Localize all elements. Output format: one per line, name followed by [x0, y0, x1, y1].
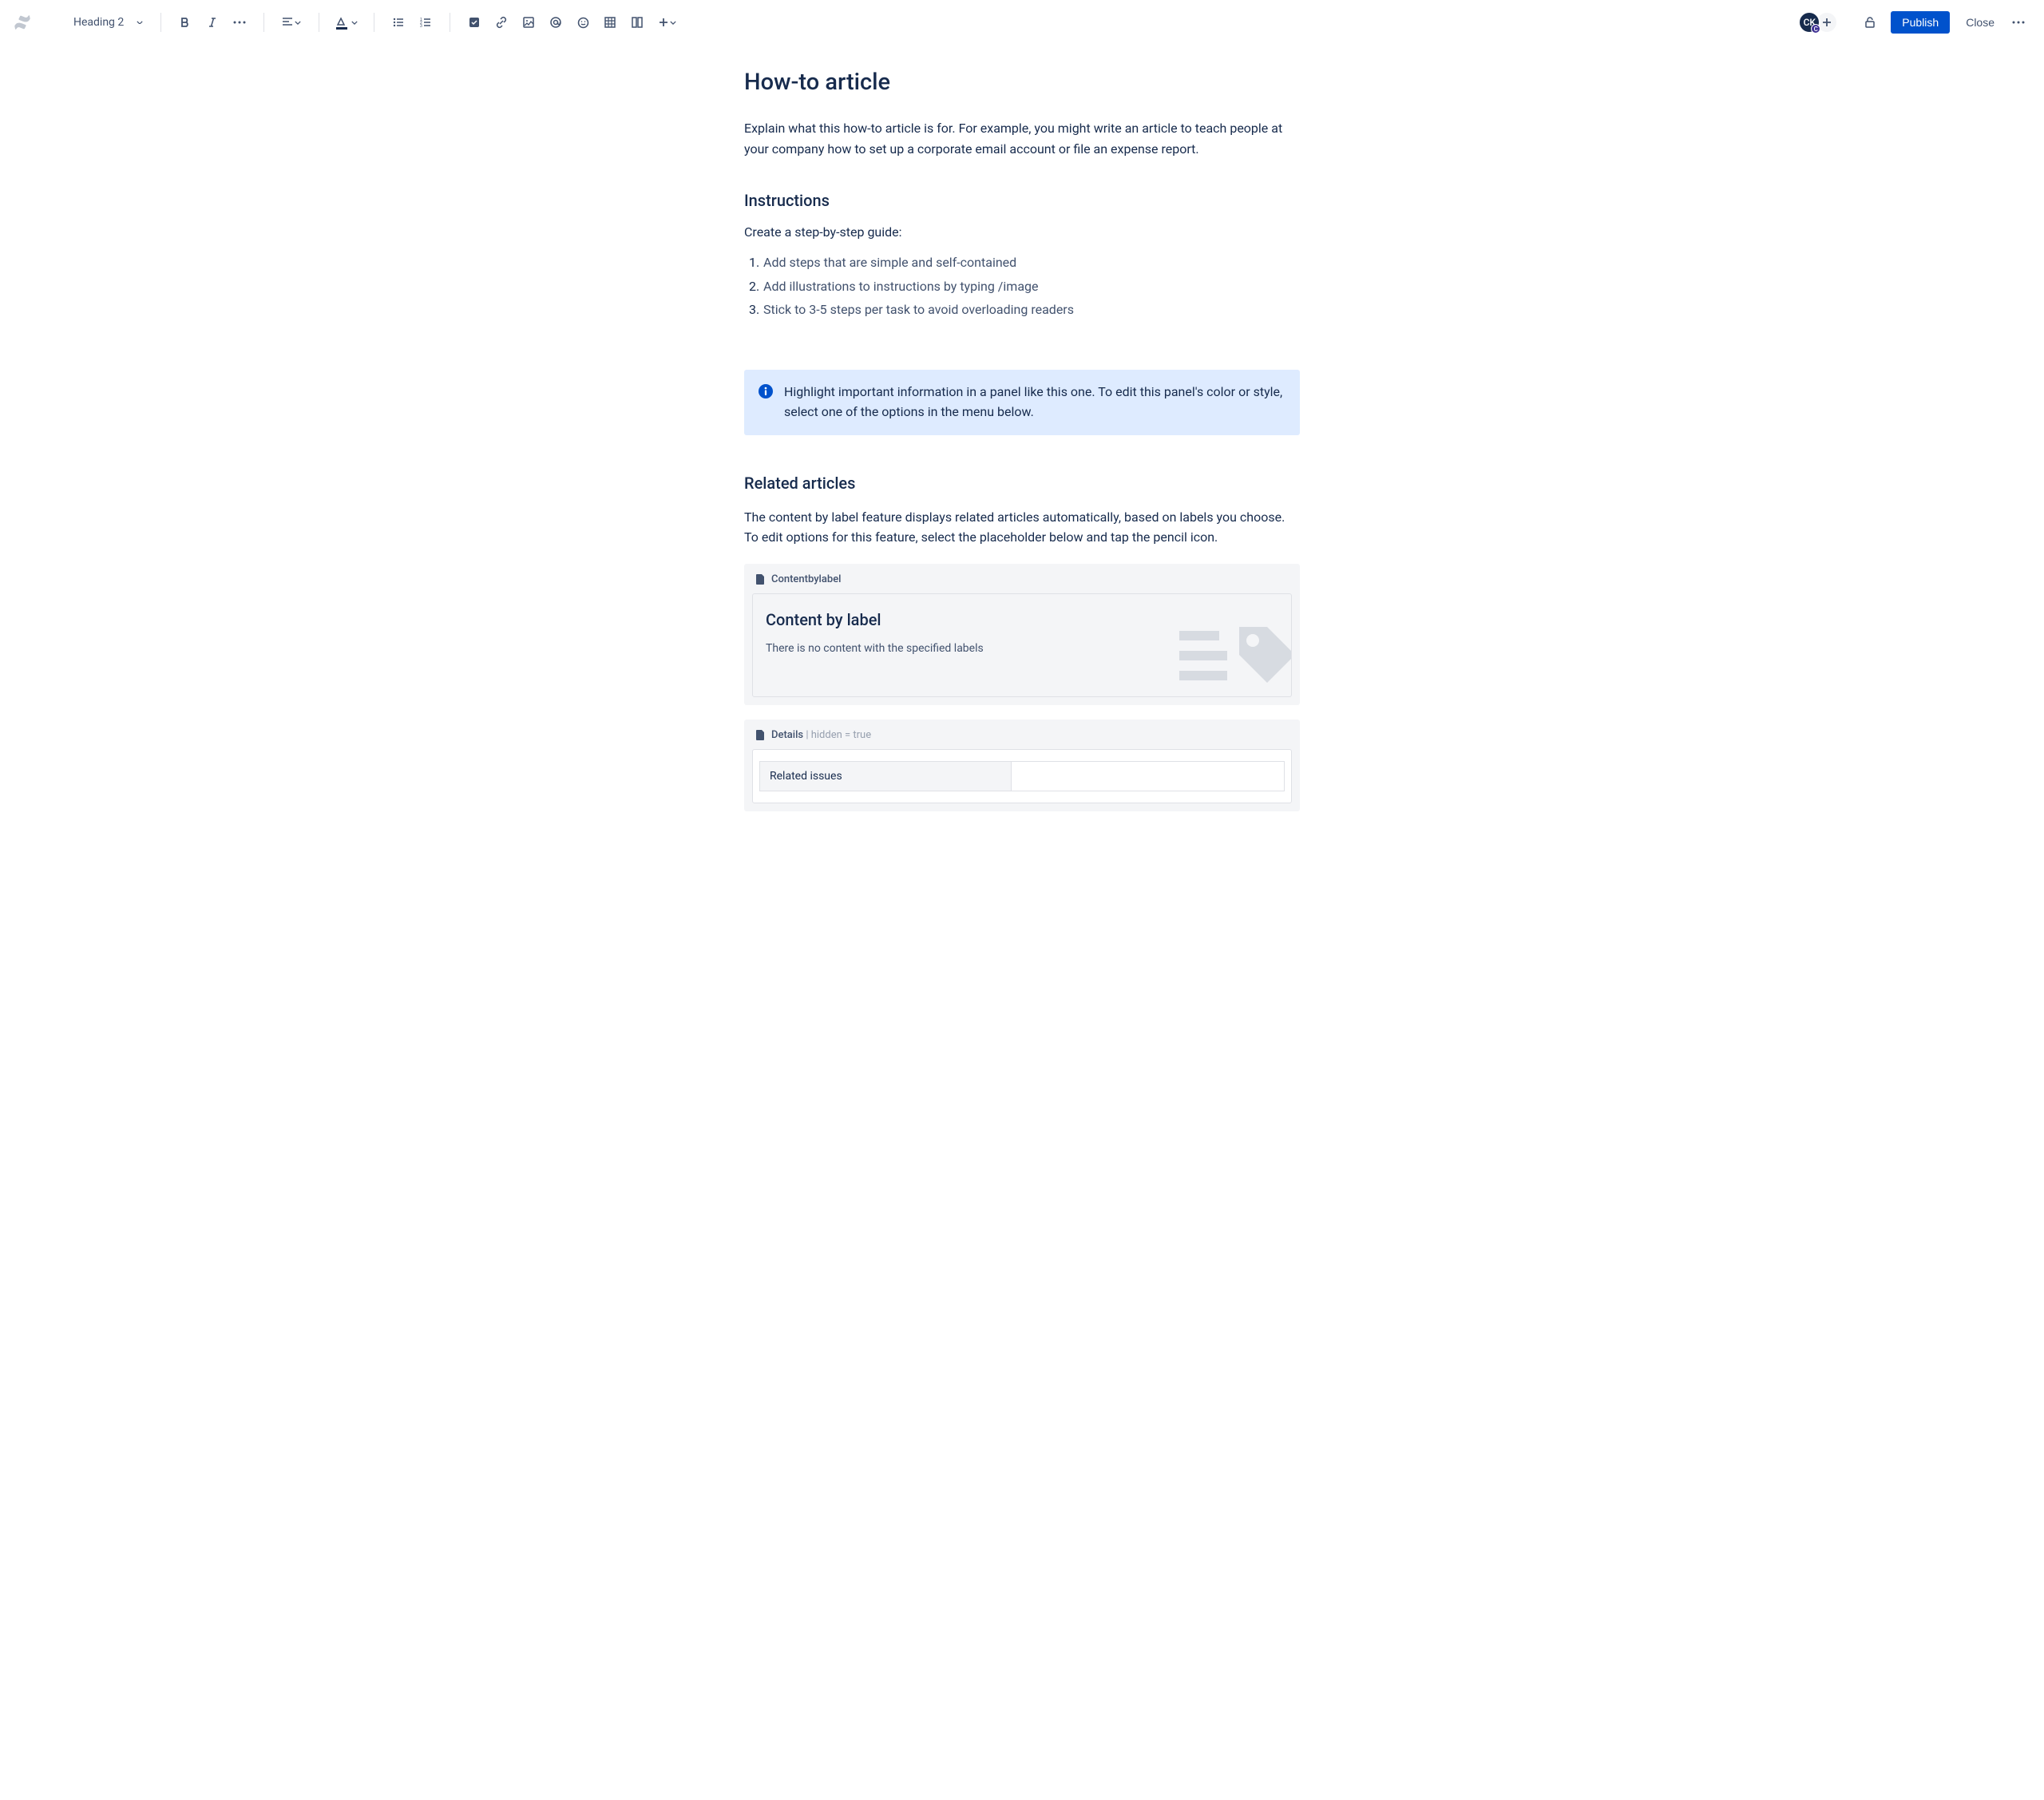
heading-selector-label: Heading 2	[73, 16, 124, 29]
document-icon	[755, 573, 765, 585]
link-button[interactable]	[489, 10, 514, 35]
more-actions-button[interactable]	[2006, 10, 2031, 35]
macro-body[interactable]: Related issues	[752, 749, 1292, 803]
list-item: 2.Add illustrations to instructions by t…	[744, 275, 1300, 299]
intro-paragraph[interactable]: Explain what this how-to article is for.…	[744, 118, 1300, 159]
restrictions-button[interactable]	[1857, 10, 1883, 35]
macro-header-label: Contentbylabel	[771, 573, 841, 585]
editor-content[interactable]: How-to article Explain what this how-to …	[719, 69, 1325, 811]
close-button[interactable]: Close	[1958, 11, 2002, 34]
bold-button[interactable]	[172, 10, 198, 35]
heading-selector[interactable]: Heading 2	[67, 13, 149, 32]
table-button[interactable]	[597, 10, 623, 35]
toolbar-divider	[263, 13, 264, 32]
mention-button[interactable]	[543, 10, 568, 35]
publish-button[interactable]: Publish	[1891, 11, 1950, 34]
confluence-logo-icon	[13, 13, 32, 32]
layouts-button[interactable]	[624, 10, 650, 35]
content-by-label-macro[interactable]: Contentbylabel Content by label There is…	[744, 564, 1300, 705]
more-formatting-button[interactable]	[227, 10, 252, 35]
panel-text[interactable]: Highlight important information in a pan…	[784, 383, 1285, 422]
related-desc[interactable]: The content by label feature displays re…	[744, 507, 1300, 548]
text-color-button[interactable]	[331, 10, 362, 35]
italic-button[interactable]	[200, 10, 225, 35]
avatar-badge: C	[1811, 24, 1820, 34]
emoji-button[interactable]	[570, 10, 596, 35]
numbered-list-button[interactable]: 123	[413, 10, 438, 35]
chevron-down-icon	[137, 21, 143, 25]
list-item: 3.Stick to 3-5 steps per task to avoid o…	[744, 298, 1300, 322]
steps-list[interactable]: 1.Add steps that are simple and self-con…	[744, 251, 1300, 322]
toolbar-divider	[160, 13, 161, 32]
details-table[interactable]: Related issues	[759, 761, 1285, 791]
user-avatar[interactable]: CK C	[1798, 11, 1820, 34]
insert-more-button[interactable]	[652, 10, 683, 35]
macro-hidden-text: | hidden = true	[803, 729, 871, 741]
macro-header: Contentbylabel	[752, 572, 1292, 593]
table-row: Related issues	[760, 761, 1285, 791]
label-decoration-icon	[1179, 607, 1292, 697]
avatar-stack: CK C	[1798, 11, 1838, 34]
details-macro[interactable]: Details | hidden = true Related issues	[744, 720, 1300, 811]
page-title[interactable]: How-to article	[744, 69, 1300, 96]
editor-toolbar: Heading 2 123	[0, 0, 2044, 45]
related-articles-heading[interactable]: Related articles	[744, 474, 1300, 493]
info-panel[interactable]: Highlight important information in a pan…	[744, 370, 1300, 435]
document-icon	[755, 729, 765, 740]
bullet-list-button[interactable]	[386, 10, 411, 35]
list-item: 1.Add steps that are simple and self-con…	[744, 251, 1300, 275]
macro-header: Details | hidden = true	[752, 728, 1292, 749]
alignment-button[interactable]	[275, 10, 307, 35]
info-icon	[759, 384, 773, 398]
macro-body[interactable]: Content by label There is no content wit…	[752, 593, 1292, 697]
table-label-cell[interactable]: Related issues	[760, 761, 1012, 791]
macro-header-label: Details	[771, 729, 803, 741]
table-value-cell[interactable]	[1012, 761, 1285, 791]
svg-text:3: 3	[420, 24, 422, 27]
action-item-button[interactable]	[461, 10, 487, 35]
instructions-heading[interactable]: Instructions	[744, 191, 1300, 210]
instructions-subhead[interactable]: Create a step-by-step guide:	[744, 224, 1300, 240]
image-button[interactable]	[516, 10, 541, 35]
